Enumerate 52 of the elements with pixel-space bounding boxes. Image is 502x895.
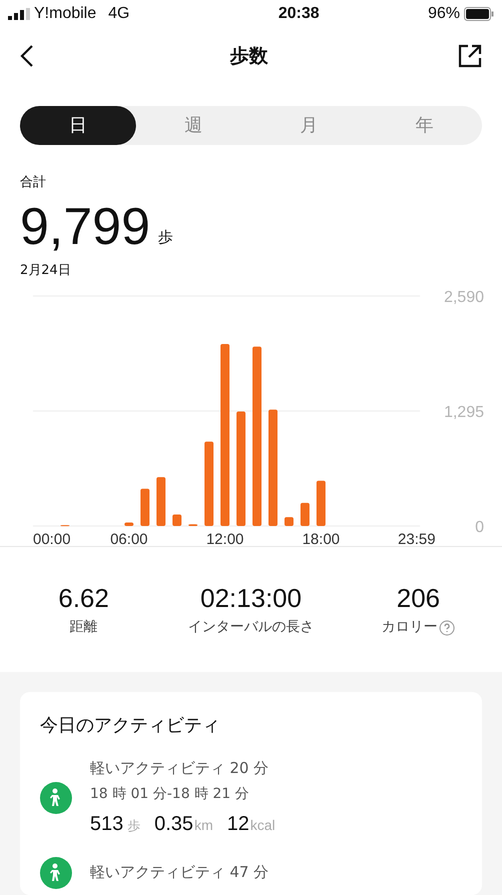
network-type: 4G: [108, 4, 130, 24]
activity-time: 18 時 01 分-18 時 21 分: [90, 784, 250, 804]
stat-value: 02:13:00: [200, 583, 302, 613]
bar: [300, 502, 310, 526]
x-axis-label: 00:00: [33, 531, 71, 546]
share-button[interactable]: [458, 44, 482, 68]
help-icon[interactable]: [439, 620, 456, 636]
back-icon: [20, 44, 34, 68]
bar: [316, 480, 326, 526]
bar: [124, 522, 134, 526]
battery-icon: [464, 7, 494, 21]
person-icon: [40, 782, 72, 814]
period-tab[interactable]: 年: [366, 106, 482, 145]
signal-icon: [8, 8, 30, 20]
x-axis-label: 12:00: [206, 531, 244, 546]
bar: [140, 488, 150, 526]
page-title: 歩数: [230, 44, 268, 69]
distance-unit: km: [194, 816, 213, 834]
period-tab[interactable]: 週: [136, 106, 251, 145]
calories-unit: kcal: [250, 816, 276, 834]
steps-unit: 歩: [127, 818, 140, 836]
bar: [156, 477, 166, 526]
activity-steps: 513: [90, 808, 124, 838]
y-axis-label: 0: [475, 519, 484, 536]
x-axis-label: 23:59: [398, 531, 436, 546]
stat-value: 6.62: [58, 583, 109, 613]
clock: 20:38: [278, 4, 320, 24]
activity-calories: 12: [226, 812, 250, 836]
y-axis-label: 1,295: [444, 404, 484, 421]
period-tab[interactable]: 月: [251, 106, 366, 145]
bar: [284, 517, 294, 526]
date-label: 2月24日: [20, 262, 71, 280]
x-axis-label: 06:00: [110, 531, 148, 546]
total-label: 合計: [20, 174, 46, 192]
carrier-name: Y!mobile: [34, 4, 96, 24]
total-steps: 9,799: [20, 196, 150, 256]
activity-name: 軽いアクティビティ 47 分: [90, 862, 269, 884]
share-icon: [458, 44, 482, 68]
x-axis-label: 18:00: [302, 531, 340, 546]
period-tab[interactable]: 日: [20, 106, 136, 145]
activity-name: 軽いアクティビティ 20 分: [90, 758, 270, 779]
steps-unit: 歩: [158, 227, 174, 248]
stat-label: インターバルの長さ: [188, 618, 314, 637]
activity-distance: 0.35: [154, 812, 194, 836]
bar: [172, 514, 182, 526]
card-title: 今日のアクティビティ: [40, 714, 220, 738]
y-axis-label: 2,590: [444, 290, 484, 306]
stat-label: カロリー: [381, 618, 438, 637]
stat-value: 206: [396, 583, 440, 613]
stat-label: 距離: [70, 618, 98, 637]
battery-percent: 96%: [428, 4, 460, 24]
person-icon: [40, 856, 72, 888]
